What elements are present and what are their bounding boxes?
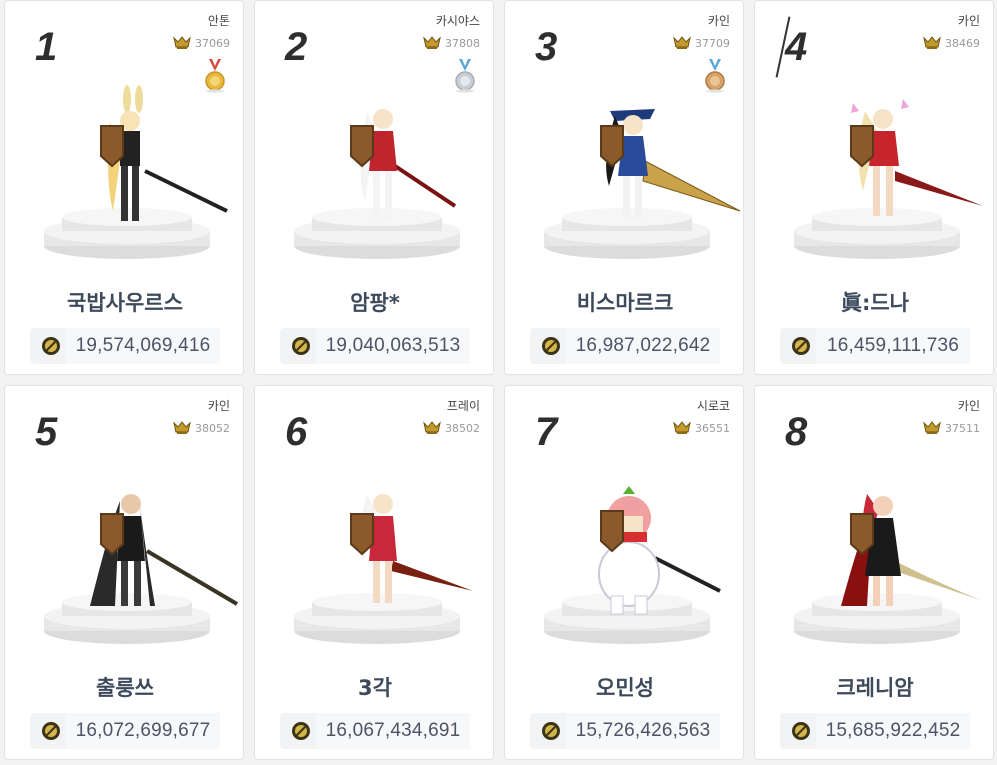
character-avatar (544, 486, 721, 644)
fame-value: 19,574,069,416 (66, 328, 220, 364)
rank-number: 6 (285, 410, 307, 454)
fame-value: 16,067,434,691 (316, 713, 470, 749)
fame-panel: 16,987,022,642 (530, 328, 720, 364)
fame-panel: 16,067,434,691 (280, 713, 470, 749)
ranking-card[interactable]: 3 카인 37709 비스마르크 16,987,022,642 (504, 0, 744, 375)
adventure-score: 38469 (922, 36, 980, 50)
fame-panel: 15,726,426,563 (530, 713, 720, 749)
score-value: 37808 (445, 36, 480, 50)
adventure-score: 37069 (172, 36, 230, 50)
rank-number: 4 (785, 25, 807, 69)
server-name: 카시야스 (435, 14, 480, 28)
ranking-card[interactable]: 6 프레이 38502 3각 16,067,434,691 (254, 385, 494, 760)
rank-number: 1 (35, 25, 57, 69)
fame-value: 16,987,022,642 (566, 328, 720, 364)
fame-icon (292, 722, 310, 740)
score-value: 37069 (195, 36, 230, 50)
fame-value: 16,072,699,677 (66, 713, 220, 749)
character-name: 암팡* (350, 291, 400, 315)
score-value: 38502 (445, 421, 480, 435)
fame-icon (792, 337, 810, 355)
fame-value: 19,040,063,513 (316, 328, 470, 364)
ranking-card[interactable]: 7 시로코 36551 오민성 15,726,426,563 (504, 385, 744, 760)
character-avatar (794, 494, 983, 644)
score-value: 37511 (945, 421, 980, 435)
rank-number: 7 (535, 410, 557, 454)
fame-panel: 16,459,111,736 (780, 328, 970, 364)
fame-value: 16,459,111,736 (816, 328, 970, 364)
character-name: 오민성 (596, 676, 654, 700)
fame-icon (42, 722, 60, 740)
fame-panel: 19,040,063,513 (280, 328, 470, 364)
trophy-icon (923, 421, 941, 434)
score-value: 36551 (695, 421, 730, 435)
ranking-card[interactable]: 2 카시야스 37808 암팡* 19,040,063,513 (254, 0, 494, 375)
score-value: 38469 (945, 36, 980, 50)
fame-panel: 15,685,922,452 (780, 713, 970, 749)
server-name: 카인 (957, 14, 980, 28)
adventure-score: 38052 (172, 421, 230, 435)
character-avatar (294, 109, 460, 259)
trophy-icon (673, 421, 691, 434)
server-name: 안톤 (207, 14, 230, 28)
trophy-icon (173, 36, 191, 49)
adventure-score: 37808 (422, 36, 480, 50)
trophy-icon (923, 36, 941, 49)
adventure-score: 37511 (922, 421, 980, 435)
fame-value: 15,726,426,563 (566, 713, 720, 749)
character-avatar (294, 494, 473, 644)
character-avatar (794, 99, 983, 259)
adventure-score: 36551 (672, 421, 730, 435)
character-name: 3각 (358, 676, 392, 700)
rank-number: 3 (535, 25, 557, 69)
ranking-card[interactable]: 1 안톤 37069 국밥사우르스 19,574,069,416 (4, 0, 244, 375)
character-name: 眞:드나 (840, 291, 910, 315)
server-name: 카인 (707, 14, 730, 28)
server-name: 카인 (957, 399, 980, 413)
trophy-icon (673, 36, 691, 49)
character-avatar (44, 85, 228, 259)
fame-value: 15,685,922,452 (816, 713, 970, 749)
fame-icon (792, 722, 810, 740)
server-name: 카인 (207, 399, 230, 413)
fame-icon (42, 337, 60, 355)
fame-icon (292, 337, 310, 355)
ranking-card[interactable]: 5 카인 38052 출룽쓰 16,072,699,677 (4, 385, 244, 760)
character-name: 국밥사우르스 (67, 291, 183, 315)
rank-number: 8 (785, 410, 807, 454)
fame-panel: 19,574,069,416 (30, 328, 220, 364)
server-name: 프레이 (446, 399, 480, 413)
fame-icon (542, 337, 560, 355)
server-name: 시로코 (696, 399, 730, 413)
adventure-score: 38502 (422, 421, 480, 435)
trophy-icon (173, 421, 191, 434)
adventure-score: 37709 (672, 36, 730, 50)
trophy-icon (423, 421, 441, 434)
score-value: 37709 (695, 36, 730, 50)
fame-icon (542, 722, 560, 740)
score-value: 38052 (195, 421, 230, 435)
character-avatar (44, 494, 239, 644)
rank-number: 5 (35, 410, 57, 454)
trophy-icon (423, 36, 441, 49)
fame-panel: 16,072,699,677 (30, 713, 220, 749)
ranking-card[interactable]: 4 카인 38469 眞:드나 16,459,111,736 (754, 0, 994, 375)
ranking-grid: 1 안톤 37069 국밥사우르스 19,574,069,416 2 카시야스 … (4, 0, 994, 765)
character-avatar (544, 109, 741, 259)
character-name: 크레니암 (836, 676, 914, 700)
rank-number: 2 (285, 25, 307, 69)
ranking-card[interactable]: 8 카인 37511 크레니암 15,685,922,452 (754, 385, 994, 760)
character-name: 출룽쓰 (96, 676, 154, 700)
character-name: 비스마르크 (576, 291, 674, 315)
